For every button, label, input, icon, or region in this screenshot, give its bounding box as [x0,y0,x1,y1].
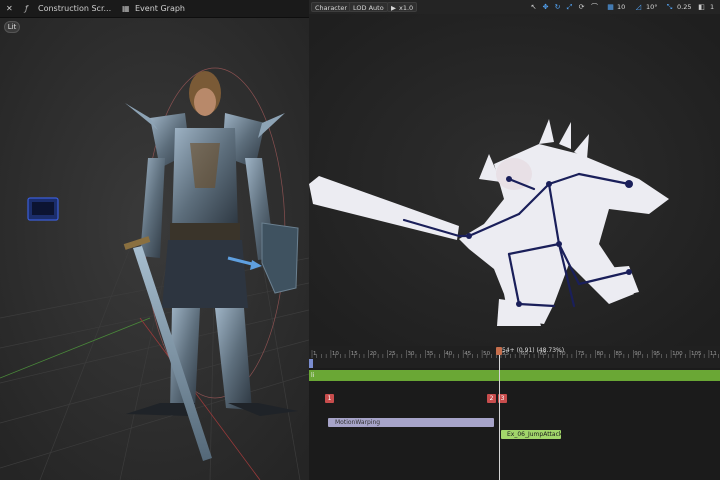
ruler-tick-label: 10 [331,351,339,357]
ruler-tick-label: 50 [483,351,491,357]
animation-track[interactable]: li [309,370,720,381]
viewport-scene [0,18,309,480]
ruler-tick-label: 40 [445,351,453,357]
ruler-tick-label: 15 [350,351,358,357]
rotate-icon[interactable]: ↻ [553,2,562,12]
ruler-tick-label: 95 [653,351,661,357]
marker-2[interactable]: 2 [487,394,496,403]
translate-icon[interactable]: ✥ [541,2,550,12]
marker-1[interactable]: 1 [325,394,334,403]
play-icon: ▶ [391,4,396,12]
ruler-tick-label: 105 [691,351,702,357]
scale-snap-icon[interactable]: ⤡ [665,2,674,12]
scale-snap-value[interactable]: 0.25 [677,2,691,12]
scale-icon[interactable]: ⤢ [565,2,574,12]
timeline-ruler[interactable]: 1 10 15 20 25 30 35 40 45 50 55 60 65 70 75 80 85 90 95 100… [309,346,720,368]
ruler-tick-label: 90 [634,351,642,357]
playhead-readout: 54+ (0.91) (48.73%) [502,347,565,354]
animation-editor: ✕ ƒ Construction Scr... ▦ Event Graph Li… [0,0,720,480]
motion-warping-notify-state[interactable]: MotionWarping [328,418,494,427]
ruler-tick-label: 100 [672,351,683,357]
play-rate-value: x1.0 [399,4,414,12]
preview-scene [309,14,720,346]
playhead-scrubber[interactable] [496,347,502,355]
ruler-tick-label: 1 [313,351,317,357]
grid-snap-value[interactable]: 10 [617,2,625,12]
graph-icon: ▦ [122,4,130,13]
ruler-tick-label: 30 [407,351,415,357]
ruler-tick-label: 20 [369,351,377,357]
ruler-tick-label: 80 [596,351,604,357]
animation-preview-viewport[interactable]: Character LOD Auto ▶ x1.0 ↖ ✥ ↻ ⤢ ⟳ ⌒ ▦ … [309,0,720,346]
function-icon: ƒ [25,4,28,13]
playhead-line[interactable] [499,352,500,480]
character-viewport[interactable]: ✕ ƒ Construction Scr... ▦ Event Graph Li… [0,0,309,480]
motion-warping-label: MotionWarping [335,419,381,426]
track-selector-notch [309,359,313,368]
camera-monitor-icon [27,197,59,221]
jump-attack-label: Ex_06_JumpAttack [507,431,563,438]
lit-view-mode-button[interactable]: Lit [4,21,20,33]
animation-timeline[interactable]: 1 10 15 20 25 30 35 40 45 50 55 60 65 70 75 80 85 90 95 100… [309,346,720,480]
ruler-tick-label: 25 [388,351,396,357]
ruler-tick-label: 45 [464,351,472,357]
camera-speed-icon[interactable]: ◧ [697,2,706,12]
tab-event-graph[interactable]: Event Graph [135,0,185,18]
camera-speed-value[interactable]: 1 [710,2,714,12]
surface-snap-icon[interactable]: ⌒ [590,2,599,12]
tab-construction-script[interactable]: Construction Scr... [38,0,111,18]
angle-snap-icon[interactable]: ◿ [634,2,643,12]
jump-attack-notify[interactable]: Ex_06_JumpAttack [501,430,563,439]
track-label: li [311,372,315,379]
ruler-tick-label: 11 [709,351,717,357]
ruler-tick-label: 85 [615,351,623,357]
left-tab-bar: ✕ ƒ Construction Scr... ▦ Event Graph [0,0,309,18]
angle-snap-value[interactable]: 10° [646,2,658,12]
ruler-tick-label: 35 [426,351,434,357]
preview-toolbar: Character LOD Auto ▶ x1.0 ↖ ✥ ↻ ⤢ ⟳ ⌒ ▦ … [309,0,720,14]
world-local-icon[interactable]: ⟳ [577,2,586,12]
select-cursor-icon[interactable]: ↖ [529,2,538,12]
close-tab-icon[interactable]: ✕ [6,0,13,18]
grid-snap-icon[interactable]: ▦ [606,2,615,12]
play-rate-button[interactable]: ▶ x1.0 [387,2,418,12]
ruler-tick-label: 75 [577,351,585,357]
character-menu-button[interactable]: Character [311,2,352,12]
lod-menu-button[interactable]: LOD Auto [349,2,388,12]
